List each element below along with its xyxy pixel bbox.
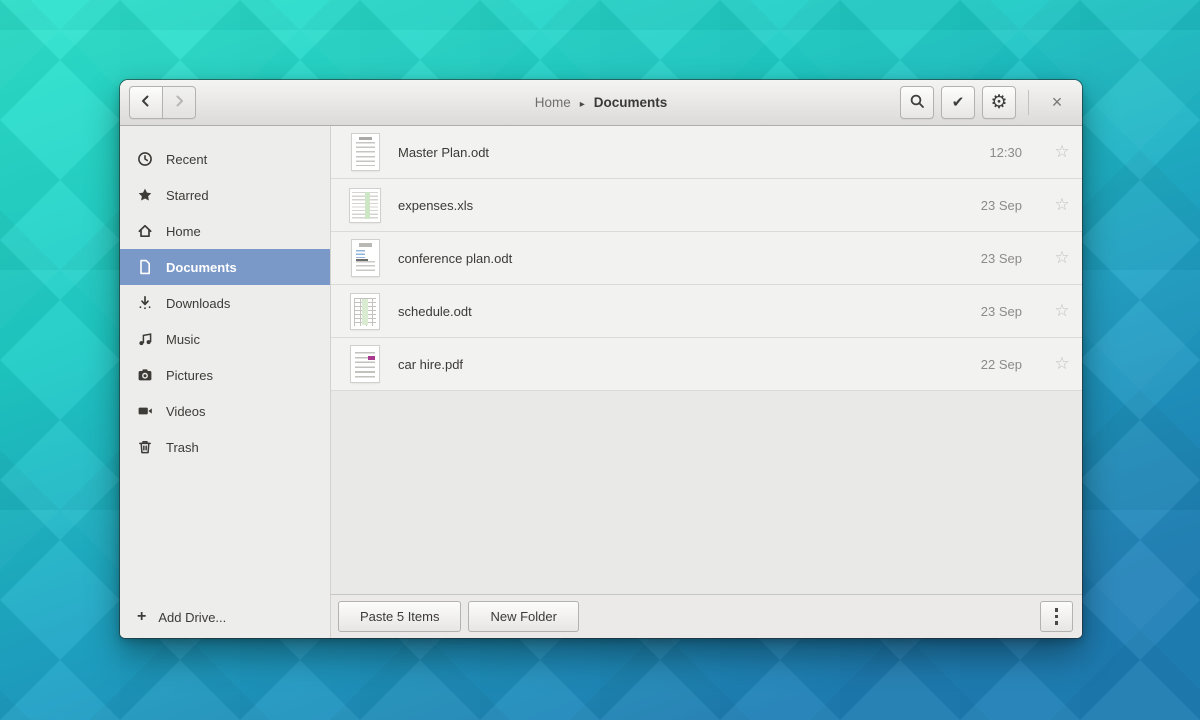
sidebar-item-documents[interactable]: Documents [120,249,330,285]
titlebar-separator [1028,90,1029,115]
star-icon [137,187,153,203]
star-toggle[interactable]: ☆ [1042,195,1082,215]
file-name: schedule.odt [398,304,981,319]
sidebar-item-label: Home [166,224,201,239]
nav-button-group [129,86,196,119]
download-icon [137,295,153,311]
file-manager-window: Home ▸ Documents ✔ ⚙ × [120,80,1082,638]
clock-icon [137,151,153,167]
new-folder-button[interactable]: New Folder [468,601,578,632]
file-name: Master Plan.odt [398,145,989,160]
sidebar-item-videos[interactable]: Videos [120,393,330,429]
empty-list-area [331,391,1082,594]
sidebar-item-label: Documents [166,260,237,275]
file-row[interactable]: conference plan.odt 23 Sep ☆ [331,232,1082,285]
add-drive-button[interactable]: + Add Drive... [137,609,226,625]
sidebar-item-starred[interactable]: Starred [120,177,330,213]
breadcrumb: Home ▸ Documents [320,95,882,110]
file-thumbnail-icon [349,346,381,382]
breadcrumb-current[interactable]: Documents [594,95,668,110]
file-row[interactable]: expenses.xls 23 Sep ☆ [331,179,1082,232]
sidebar-item-label: Music [166,332,200,347]
forward-button[interactable] [162,86,196,119]
file-thumbnail-icon [349,294,381,329]
search-icon [909,93,926,113]
paste-button[interactable]: Paste 5 Items [338,601,461,632]
chevron-right-icon [171,93,187,112]
file-row[interactable]: schedule.odt 23 Sep ☆ [331,285,1082,338]
document-icon [137,259,153,275]
file-name: car hire.pdf [398,357,981,372]
star-toggle[interactable]: ☆ [1042,248,1082,268]
breadcrumb-arrow-icon: ▸ [580,99,585,110]
star-toggle[interactable]: ☆ [1042,354,1082,374]
add-drive-label: Add Drive... [158,610,226,625]
titlebar: Home ▸ Documents ✔ ⚙ × [120,80,1082,126]
close-button[interactable]: × [1041,86,1073,119]
plus-icon: + [137,609,146,625]
select-items-button[interactable]: ✔ [941,86,975,119]
sidebar-item-label: Pictures [166,368,213,383]
breadcrumb-root[interactable]: Home [535,95,571,110]
chevron-left-icon [138,93,154,112]
trash-icon [137,439,153,455]
settings-button[interactable]: ⚙ [982,86,1016,119]
file-row[interactable]: Master Plan.odt 12:30 ☆ [331,126,1082,179]
sidebar-item-pictures[interactable]: Pictures [120,357,330,393]
file-modified: 23 Sep [981,198,1022,213]
home-icon [137,223,153,239]
music-note-icon [137,331,153,347]
file-modified: 23 Sep [981,251,1022,266]
file-thumbnail-icon [349,134,381,170]
file-thumbnail-icon [349,240,381,276]
file-list-pane: Master Plan.odt 12:30 ☆ expenses.xls 23 … [331,126,1082,638]
sidebar-item-label: Recent [166,152,207,167]
action-bar: Paste 5 Items New Folder [331,594,1082,638]
sidebar-item-recent[interactable]: Recent [120,141,330,177]
file-modified: 22 Sep [981,357,1022,372]
sidebar: Recent Starred Home Documents [120,126,331,638]
sidebar-item-label: Trash [166,440,199,455]
sidebar-item-label: Downloads [166,296,230,311]
file-row[interactable]: car hire.pdf 22 Sep ☆ [331,338,1082,391]
video-camera-icon [137,403,153,419]
sidebar-item-label: Starred [166,188,209,203]
star-toggle[interactable]: ☆ [1042,301,1082,321]
gear-icon: ⚙ [990,93,1007,112]
titlebar-actions: ✔ ⚙ × [900,86,1073,119]
search-button[interactable] [900,86,934,119]
sidebar-item-music[interactable]: Music [120,321,330,357]
file-modified: 12:30 [989,145,1022,160]
camera-icon [137,367,153,383]
sidebar-item-home[interactable]: Home [120,213,330,249]
sidebar-item-downloads[interactable]: Downloads [120,285,330,321]
sidebar-item-trash[interactable]: Trash [120,429,330,465]
kebab-menu-icon [1055,608,1059,625]
back-button[interactable] [129,86,163,119]
menu-button[interactable] [1040,601,1073,632]
check-icon: ✔ [952,95,965,110]
close-icon: × [1052,92,1063,113]
window-body: Recent Starred Home Documents [120,126,1082,638]
sidebar-item-label: Videos [166,404,206,419]
file-name: conference plan.odt [398,251,981,266]
file-modified: 23 Sep [981,304,1022,319]
file-name: expenses.xls [398,198,981,213]
star-toggle[interactable]: ☆ [1042,142,1082,162]
file-thumbnail-icon [349,189,381,222]
